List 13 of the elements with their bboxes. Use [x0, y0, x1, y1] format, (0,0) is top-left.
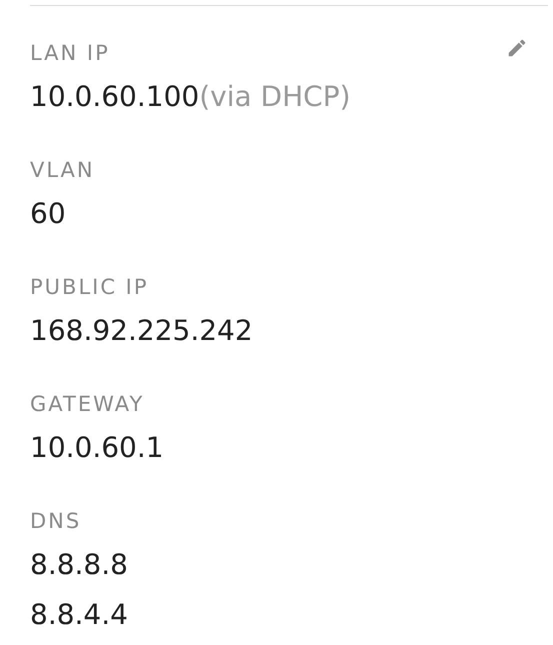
- field-label: LAN IP: [30, 40, 111, 67]
- field-value: 10.0.60.100: [30, 80, 200, 113]
- field-value: 168.92.225.242: [30, 314, 253, 347]
- value-note: (via DHCP): [199, 80, 351, 113]
- field-label: DNS: [30, 508, 82, 535]
- field-value: 8.8.4.4: [30, 598, 128, 631]
- field-value: 8.8.8.8: [30, 548, 128, 581]
- field-value: 60: [30, 197, 66, 230]
- field-label: VLAN: [30, 157, 96, 184]
- field-value: 10.0.60.1: [30, 431, 164, 464]
- field-label: PUBLIC IP: [30, 274, 150, 301]
- field-label: GATEWAY: [30, 391, 146, 418]
- edit-icon[interactable]: [506, 37, 528, 59]
